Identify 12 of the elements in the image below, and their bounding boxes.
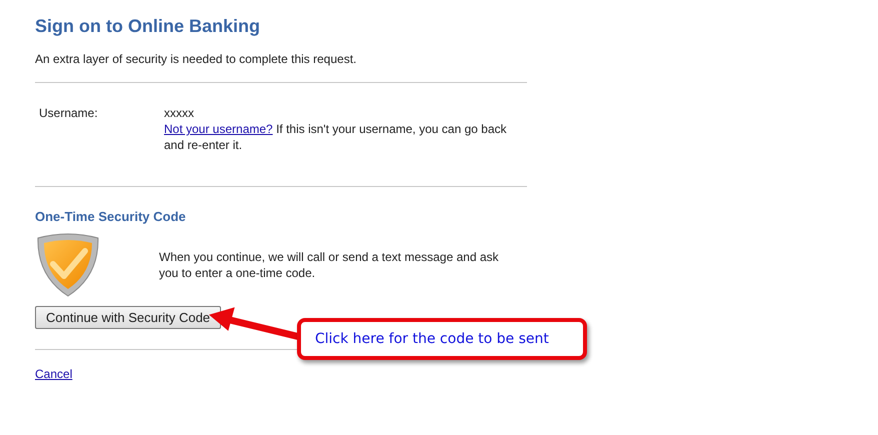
username-value: xxxxx: [164, 105, 195, 121]
cancel-link[interactable]: Cancel: [35, 367, 72, 381]
section-heading: One-Time Security Code: [35, 209, 187, 224]
callout-box: Click here for the code to be sent: [297, 318, 587, 360]
username-label: Username:: [39, 105, 99, 122]
security-info-text: When you continue, we will call or send a text message and ask you to enter a one-time code.: [159, 249, 500, 281]
not-your-username-link[interactable]: Not your username?: [164, 122, 273, 136]
username-note: Not your username? If this isn't your username, you can go back and re-enter it.: [164, 121, 508, 153]
shield-check-icon: [35, 232, 101, 298]
continue-button[interactable]: Continue with Security Code: [35, 306, 222, 329]
intro-text: An extra layer of security is needed to complete this request.: [35, 52, 358, 66]
page-title: Sign on to Online Banking: [35, 16, 261, 37]
